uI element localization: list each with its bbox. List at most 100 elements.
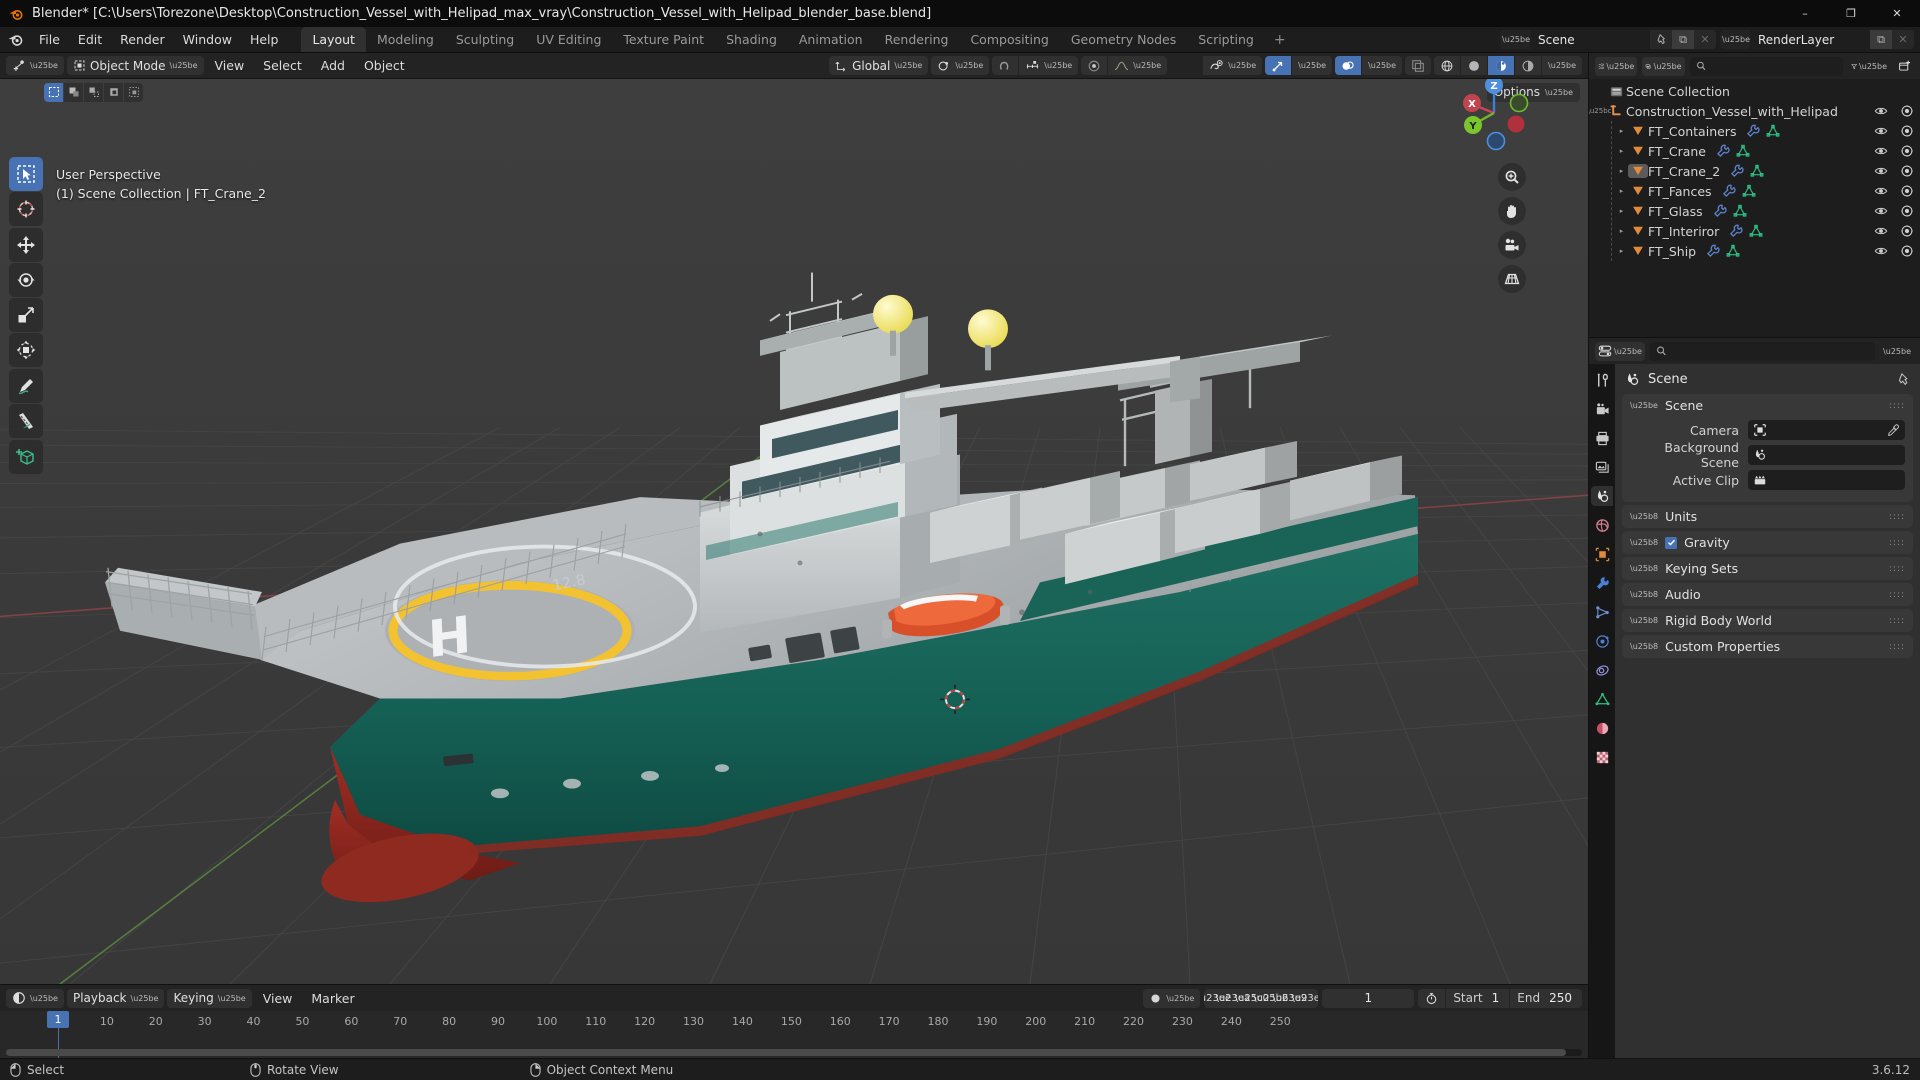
select-set-button[interactable] <box>44 82 63 102</box>
tab-compositing[interactable]: Compositing <box>959 27 1059 52</box>
rendered-shading-button[interactable] <box>1515 56 1542 75</box>
mesh-data-icon[interactable] <box>1766 124 1780 138</box>
modifier-icon[interactable] <box>1722 184 1736 198</box>
shading-settings-button[interactable]: \u25be <box>1542 56 1582 75</box>
audio-panel[interactable]: \u25b8 Audio :::: <box>1622 583 1913 606</box>
viewport-menu-object[interactable]: Object <box>356 56 413 76</box>
snap-settings-button[interactable]: \u25be <box>1019 56 1079 75</box>
disable-in-renders-icon[interactable] <box>1900 224 1914 238</box>
timeline-marker-menu[interactable]: Marker <box>303 988 362 1008</box>
disable-in-renders-icon[interactable] <box>1900 184 1914 198</box>
outliner-object-row[interactable]: ▸ FT_Fances <box>1589 181 1920 201</box>
chevron-down-icon[interactable]: \u25be <box>1630 401 1658 410</box>
chevron-right-icon[interactable]: \u25b8 <box>1630 590 1658 599</box>
custom-properties-panel-header[interactable]: \u25b8 Custom Properties :::: <box>1622 635 1913 658</box>
outliner-new-collection-button[interactable] <box>1895 57 1914 76</box>
outliner-object-row[interactable]: ▸ FT_Crane_2 <box>1589 161 1920 181</box>
panel-drag-dots[interactable]: :::: <box>1889 616 1905 626</box>
outliner-object-row[interactable]: ▸ FT_Glass <box>1589 201 1920 221</box>
menu-file[interactable]: File <box>30 27 69 52</box>
scene-panel-header[interactable]: \u25be Scene :::: <box>1622 394 1913 417</box>
mesh-data-icon[interactable] <box>1736 144 1750 158</box>
timeline-view-menu[interactable]: View <box>255 988 301 1008</box>
outliner-display-mode-button[interactable]: \u25be <box>1642 56 1685 76</box>
mesh-data-icon[interactable] <box>1750 164 1764 178</box>
show-gizmo-icon[interactable]: \u25be <box>1203 56 1263 75</box>
chevron-right-icon[interactable]: \u25b8 <box>1630 616 1658 625</box>
object-disclosure-triangle[interactable]: ▸ <box>1615 247 1628 255</box>
mesh-data-icon[interactable] <box>1733 204 1747 218</box>
hide-in-viewport-icon[interactable] <box>1874 244 1888 258</box>
hide-in-viewport-icon[interactable] <box>1874 224 1888 238</box>
material-preview-shading-button[interactable] <box>1488 56 1515 75</box>
modifier-icon[interactable] <box>1713 204 1727 218</box>
timeline-playback-menu[interactable]: Playback \u25be <box>66 988 165 1008</box>
tab-uv-editing[interactable]: UV Editing <box>525 27 612 52</box>
hide-in-viewport-icon[interactable] <box>1874 164 1888 178</box>
grid-icon[interactable] <box>1498 265 1526 293</box>
disable-in-renders-icon[interactable] <box>1900 164 1914 178</box>
chevron-right-icon[interactable]: \u25b8 <box>1630 564 1658 573</box>
object-disclosure-triangle[interactable]: ▸ <box>1615 227 1628 235</box>
add-workspace-button[interactable]: + <box>1265 27 1295 52</box>
units-panel[interactable]: \u25b8 Units :::: <box>1622 505 1913 528</box>
mesh-data-icon[interactable] <box>1726 244 1740 258</box>
select-subtract-button[interactable] <box>84 82 103 102</box>
hide-in-viewport-icon[interactable] <box>1874 204 1888 218</box>
constraints-tab[interactable] <box>1591 660 1613 680</box>
timeline-playhead[interactable]: 1 <box>47 1011 69 1028</box>
panel-drag-dots[interactable]: :::: <box>1889 642 1905 652</box>
particles-tab[interactable] <box>1591 602 1613 622</box>
transform-orientation-selector[interactable]: Global \u25be <box>829 56 929 75</box>
panel-drag-dots[interactable]: :::: <box>1889 590 1905 600</box>
tab-scripting[interactable]: Scripting <box>1187 27 1265 52</box>
camera-field[interactable] <box>1748 420 1905 440</box>
end-frame-value[interactable]: 250 <box>1547 989 1582 1008</box>
active-clip-field[interactable] <box>1748 470 1905 490</box>
material-tab[interactable] <box>1591 718 1613 738</box>
pivot-point-selector[interactable]: \u25be <box>931 56 990 75</box>
overlays-toggle-button[interactable] <box>1335 56 1362 75</box>
chevron-right-icon[interactable]: \u25b8 <box>1630 538 1658 547</box>
custom-properties-panel[interactable]: \u25b8 Custom Properties :::: <box>1622 635 1913 658</box>
viewport-menu-view[interactable]: View <box>207 56 253 76</box>
pin-scene-icon[interactable] <box>1650 30 1672 49</box>
view-layer-tab[interactable] <box>1591 457 1613 477</box>
disable-in-renders-icon[interactable] <box>1900 124 1914 138</box>
menu-help[interactable]: Help <box>241 27 288 52</box>
view-layer-selector[interactable]: \u25be RenderLayer ⧉ ✕ <box>1720 30 1914 49</box>
keying-sets-panel[interactable]: \u25b8 Keying Sets :::: <box>1622 557 1913 580</box>
disable-in-renders-icon[interactable] <box>1900 204 1914 218</box>
keying-sets-panel-header[interactable]: \u25b8 Keying Sets :::: <box>1622 557 1913 580</box>
viewport-menu-add[interactable]: Add <box>313 56 353 76</box>
hide-in-viewport-icon[interactable] <box>1874 124 1888 138</box>
rigid-body-world-panel-header[interactable]: \u25b8 Rigid Body World :::: <box>1622 609 1913 632</box>
object-disclosure-triangle[interactable]: ▸ <box>1615 127 1628 135</box>
modifier-icon[interactable] <box>1729 224 1743 238</box>
mesh-data-icon[interactable] <box>1742 184 1756 198</box>
new-scene-button[interactable]: ⧉ <box>1672 30 1694 49</box>
jump-to-end-button[interactable]: \u23ed <box>1291 989 1318 1008</box>
proportional-editing-button[interactable] <box>1081 56 1108 75</box>
properties-search-input[interactable] <box>1672 344 1870 358</box>
viewport-canvas[interactable]: H 12.8 <box>0 79 1588 984</box>
scale-tool[interactable] <box>9 298 43 332</box>
outliner-search-box[interactable] <box>1689 56 1843 76</box>
zoom-icon[interactable] <box>1498 163 1526 191</box>
scene-selector[interactable]: \u25be Scene ⧉ ✕ <box>1500 30 1716 49</box>
xray-toggle-button[interactable] <box>1405 56 1432 75</box>
outliner-object-row[interactable]: ▸ FT_Containers <box>1589 121 1920 141</box>
scene-name[interactable]: Scene <box>1530 30 1650 49</box>
outliner-collection-row[interactable]: \u25bc Construction_Vessel_with_Helipad <box>1589 101 1920 121</box>
maximize-button[interactable]: ❐ <box>1828 0 1874 27</box>
minimize-button[interactable]: – <box>1782 0 1828 27</box>
chevron-right-icon[interactable]: \u25b8 <box>1630 512 1658 521</box>
world-tab[interactable] <box>1591 515 1613 535</box>
pin-id-icon[interactable] <box>1897 372 1910 386</box>
solid-shading-button[interactable] <box>1461 56 1488 75</box>
select-extend-button[interactable] <box>64 82 83 102</box>
gravity-panel[interactable]: \u25b8 Gravity :::: <box>1622 531 1913 554</box>
rigid-body-world-panel[interactable]: \u25b8 Rigid Body World :::: <box>1622 609 1913 632</box>
move-tool[interactable] <box>9 228 43 262</box>
object-mode-selector[interactable]: Object Mode \u25be <box>66 56 204 75</box>
